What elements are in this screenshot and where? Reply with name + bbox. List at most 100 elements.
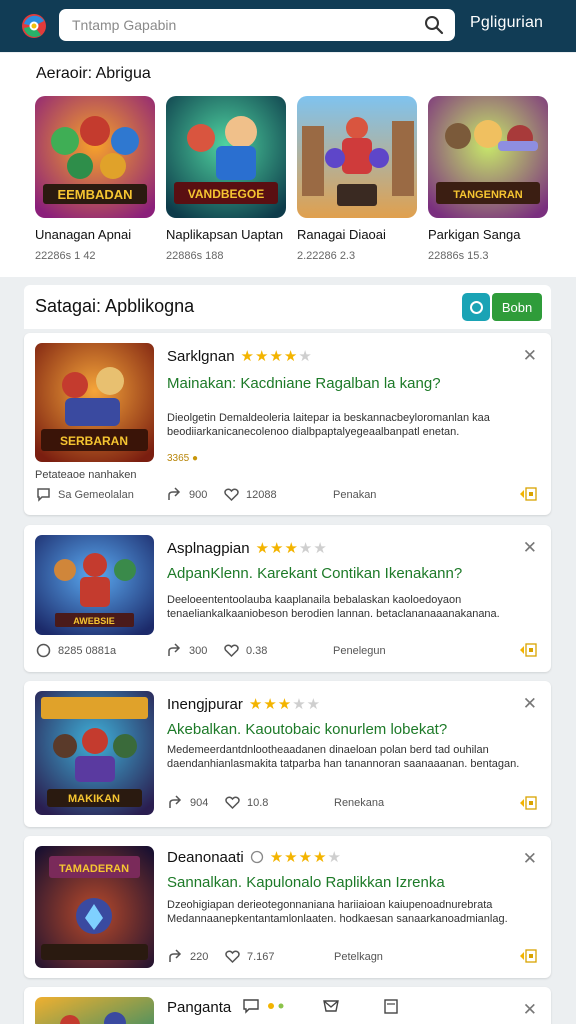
thumbnail-caption: TAMADERAN — [59, 863, 129, 875]
thumbnail-caption: SERBARAN — [60, 434, 128, 448]
comment-icon — [36, 643, 51, 658]
action-button[interactable]: Bobn — [492, 293, 542, 321]
heart-icon — [224, 488, 239, 502]
game-thumbnail[interactable]: TANGENRAN — [428, 96, 548, 218]
game-name[interactable]: Unanagan Apnai — [35, 227, 157, 242]
card-action-label[interactable]: Renekana — [334, 797, 384, 809]
game-name[interactable]: Parkigan Sanga — [428, 227, 550, 242]
chat-icon[interactable] — [242, 998, 260, 1014]
heart-icon — [224, 644, 239, 658]
game-name[interactable]: Ranagai Diaoai — [297, 227, 419, 242]
close-icon[interactable]: ✕ — [523, 347, 537, 364]
app-thumbnail[interactable]: SERBARAN — [35, 343, 154, 462]
game-name[interactable]: Naplikapsan Uaptan — [166, 227, 288, 242]
thumbnail-caption: MAKIKAN — [68, 793, 120, 805]
card-headline[interactable]: AdpanKlenn. Karekant Contikan Ikenakann? — [167, 565, 462, 582]
like-action[interactable]: 10.8 — [224, 794, 334, 811]
app-thumbnail[interactable]: MAKIKAN — [35, 691, 154, 815]
share-icon — [169, 795, 182, 808]
heart-icon — [225, 950, 240, 964]
game-thumbnail[interactable]: EEMBADAN — [35, 96, 155, 218]
card-headline[interactable]: Mainakan: Kacdniane Ragalban la kang? — [167, 375, 441, 392]
game-thumbnail[interactable]: VANDBEGOE — [166, 96, 286, 218]
thumbnail-caption: TANGENRAN — [453, 189, 523, 201]
card-title[interactable]: Sarklgnan — [167, 348, 235, 365]
card-title-row: Inengjpurar ★★★★★ — [167, 695, 322, 714]
featured-game-card[interactable]: TANGENRAN Parkigan Sanga 22886s 15.3 — [428, 96, 550, 262]
like-action[interactable]: 7.167 — [224, 948, 334, 965]
close-icon[interactable]: ✕ — [523, 539, 537, 556]
list-item[interactable]: Panganta ✕ — [24, 987, 551, 1024]
close-icon[interactable]: ✕ — [523, 695, 537, 712]
card-title[interactable]: Asplnagpian — [167, 540, 250, 557]
card-title-row: Asplnagpian ★★★★★ — [167, 539, 328, 558]
share-icon — [168, 643, 181, 656]
card-headline[interactable]: Sannalkan. Kapulonalo Raplikkan Izrenka — [167, 874, 445, 891]
bookmark-icon[interactable] — [519, 949, 537, 963]
search-input[interactable] — [72, 17, 412, 33]
app-thumbnail[interactable]: TAMADERAN — [35, 846, 154, 968]
bookmark-icon[interactable] — [519, 643, 537, 657]
card-actions: Sa Gemeolalan 900 12088 Penakan — [35, 486, 545, 503]
card-description: Dieolgetin Demaldeoleria laitepar ia bes… — [167, 412, 490, 438]
list-item[interactable]: TAMADERAN Deanonaati ★★★★★ Sannalkan. Ka… — [24, 836, 551, 978]
app-thumbnail[interactable] — [35, 997, 154, 1024]
account-button[interactable]: Pgligurian — [470, 14, 543, 32]
card-title[interactable]: Panganta — [167, 999, 231, 1016]
list-item[interactable]: AWEBSIE Asplnagpian ★★★★★ AdpanKlenn. Ka… — [24, 525, 551, 672]
like-action[interactable]: 12088 — [223, 486, 333, 503]
card-title[interactable]: Inengjpurar — [167, 696, 243, 713]
comment-action[interactable]: Sa Gemeolalan — [35, 486, 166, 503]
bookmark-icon[interactable] — [519, 487, 537, 501]
app-list-header: Satagai: Apblikogna Bobn — [24, 285, 551, 329]
inbox-icon[interactable] — [322, 998, 340, 1014]
game-meta: 2.22286 2.3 — [297, 250, 356, 262]
like-action[interactable]: 0.38 — [223, 642, 333, 659]
search-bar[interactable] — [59, 9, 455, 41]
top-app-bar: Pgligurian — [0, 0, 576, 52]
card-action-label[interactable]: Petelkagn — [334, 951, 383, 963]
share-action[interactable]: 904 — [167, 794, 224, 811]
game-meta: 22886s 188 — [166, 250, 224, 262]
game-thumbnail[interactable] — [297, 96, 417, 218]
close-icon[interactable]: ✕ — [523, 850, 537, 867]
card-title[interactable]: Deanonaati — [167, 849, 244, 866]
card-description: Dzeohigiapan derieotegonnaniana hariiaio… — [167, 899, 508, 925]
game-meta: 22286s 1 42 — [35, 250, 96, 262]
card-description: Deeloeententoolauba kaaplanaila bebalask… — [167, 594, 500, 620]
share-action[interactable]: 900 — [166, 486, 223, 503]
card-action-label[interactable]: Penakan — [333, 489, 376, 501]
share-icon — [169, 949, 182, 962]
refresh-button[interactable] — [462, 293, 490, 321]
share-action[interactable]: 220 — [167, 948, 224, 965]
star-rating: ★★★★★ — [248, 696, 322, 713]
card-actions: 220 7.167 Petelkagn — [167, 948, 537, 965]
bookmark-icon[interactable] — [519, 796, 537, 810]
heart-icon — [225, 796, 240, 810]
app-thumbnail[interactable]: AWEBSIE — [35, 535, 154, 635]
share-action[interactable]: 300 — [166, 642, 223, 659]
list-item[interactable]: SERBARAN Sarklgnan ★★★★★ Mainakan: Kacdn… — [24, 333, 551, 515]
card-action-label[interactable]: Penelegun — [333, 645, 386, 657]
section-title: Aeraoir: Abrigua — [36, 65, 151, 82]
close-icon[interactable]: ✕ — [523, 1001, 537, 1018]
featured-games-section: Aeraoir: Abrigua EEMBADAN Unanagan Apnai… — [0, 53, 576, 277]
card-description: Medemeerdantdnlootheaadanen dinaeloan po… — [167, 744, 520, 770]
card-sub-label: Petateaoe nanhaken — [35, 469, 137, 481]
app-logo-icon[interactable] — [20, 12, 48, 40]
featured-game-card[interactable]: EEMBADAN Unanagan Apnai 22286s 1 42 — [35, 96, 157, 262]
comment-action[interactable]: 8285 0881a — [35, 642, 166, 659]
search-icon[interactable] — [424, 15, 444, 35]
card-actions: 8285 0881a 300 0.38 Penelegun — [35, 642, 545, 659]
star-rating: ★★★★★ — [240, 348, 313, 365]
game-meta: 22886s 15.3 — [428, 250, 489, 262]
list-item[interactable]: MAKIKAN Inengjpurar ★★★★★ Akebalkan. Kao… — [24, 681, 551, 827]
document-icon[interactable] — [382, 998, 400, 1014]
featured-game-card[interactable]: VANDBEGOE Naplikapsan Uaptan 22886s 188 — [166, 96, 288, 262]
card-headline[interactable]: Akebalkan. Kaoutobaic konurlem lobekat? — [167, 721, 447, 738]
card-title-row: Panganta — [167, 999, 231, 1016]
comment-icon — [37, 488, 50, 502]
thumbnail-caption: AWEBSIE — [73, 616, 115, 626]
coin-badge: 3365 ● — [167, 453, 199, 464]
featured-game-card[interactable]: Ranagai Diaoai 2.22286 2.3 — [297, 96, 419, 262]
